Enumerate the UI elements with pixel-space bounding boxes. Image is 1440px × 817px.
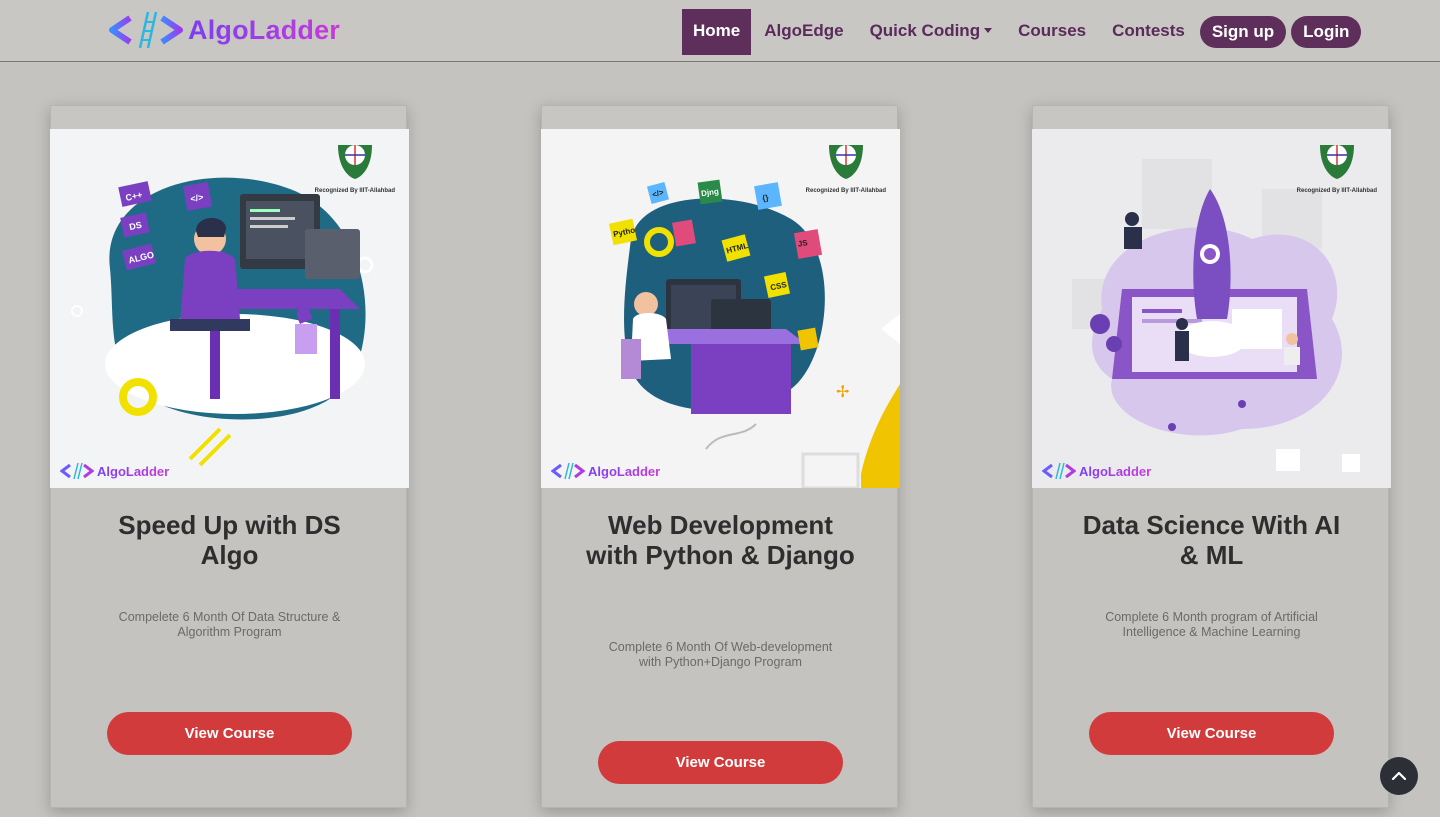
nav-contests[interactable]: Contests [1099,9,1198,55]
iiit-seal-label: Recognized By IIIT-Allahbad [805,188,886,194]
course-title: Web Development with Python & Django [586,510,855,570]
ladder-logo-icon [1042,462,1076,480]
ladder-logo-icon [551,462,585,480]
course-image-dsa[interactable]: C++ </> DS ALGO Recognized By IIIT-Allah… [50,129,409,488]
iiit-seal-label: Recognized By IIIT-Allahbad [314,188,395,194]
view-course-button[interactable]: View Course [107,712,352,755]
image-logo: AlgoLadder [60,462,169,480]
course-card-dsa: C++ </> DS ALGO Recognized By IIIT-Allah… [50,105,409,808]
iiit-seal-icon [1319,145,1354,179]
ladder-logo-icon [109,11,183,49]
scroll-to-top-button[interactable] [1380,757,1418,795]
image-logo-text: AlgoLadder [1079,463,1152,479]
course-description: Compelete 6 Month Of Data Structure & Al… [118,610,341,639]
nav-algoedge[interactable]: AlgoEdge [751,9,856,55]
iiit-seal-icon [337,145,372,179]
site-logo[interactable]: AlgoLadder [108,10,340,50]
card-header [542,106,897,129]
course-description: Complete 6 Month Of Web-development with… [608,640,833,669]
chevron-up-icon [1391,771,1407,781]
image-logo: AlgoLadder [551,462,660,480]
ladder-logo-icon [60,462,94,480]
image-logo-text: AlgoLadder [97,463,170,479]
course-card-data-science: Recognized By IIIT-Allahbad AlgoLadder D… [1032,105,1391,808]
course-image-data-science[interactable]: Recognized By IIIT-Allahbad AlgoLadder [1032,129,1391,488]
card-header [51,106,406,129]
nav-courses[interactable]: Courses [1005,9,1099,55]
course-title: Data Science With AI & ML [1082,510,1341,570]
navbar: AlgoLadder Home AlgoEdge Quick Coding Co… [0,0,1440,62]
course-card-web-dev: </> Djng {} Pytho HTML JS CSS ✢ Recogniz… [541,105,900,808]
signup-button[interactable]: Sign up [1199,16,1287,48]
iiit-seal-label: Recognized By IIIT-Allahbad [1296,188,1377,194]
iiit-seal-icon [828,145,863,179]
card-header [1033,106,1388,129]
image-logo: AlgoLadder [1042,462,1151,480]
site-logo-text: AlgoLadder [188,14,341,45]
course-description: Complete 6 Month program of Artificial I… [1105,610,1318,639]
svg-text:✢: ✢ [836,384,849,401]
view-course-button[interactable]: View Course [1089,712,1334,755]
nav-quick-coding[interactable]: Quick Coding [857,9,1006,55]
image-logo-text: AlgoLadder [588,463,661,479]
nav-quick-coding-label: Quick Coding [869,21,981,40]
course-image-web-dev[interactable]: </> Djng {} Pytho HTML JS CSS ✢ Recogniz… [541,129,900,488]
nav-home[interactable]: Home [682,9,752,55]
main-nav: Home AlgoEdge Quick Coding Courses Conte… [682,9,1362,55]
view-course-button[interactable]: View Course [598,741,843,784]
iiit-seal: Recognized By IIIT-Allahbad [1297,137,1377,194]
iiit-seal: Recognized By IIIT-Allahbad [315,137,395,194]
course-title: Speed Up with DS Algo [118,510,341,570]
iiit-seal: Recognized By IIIT-Allahbad [806,137,886,194]
caret-down-icon [984,27,993,33]
login-button[interactable]: Login [1291,16,1362,48]
